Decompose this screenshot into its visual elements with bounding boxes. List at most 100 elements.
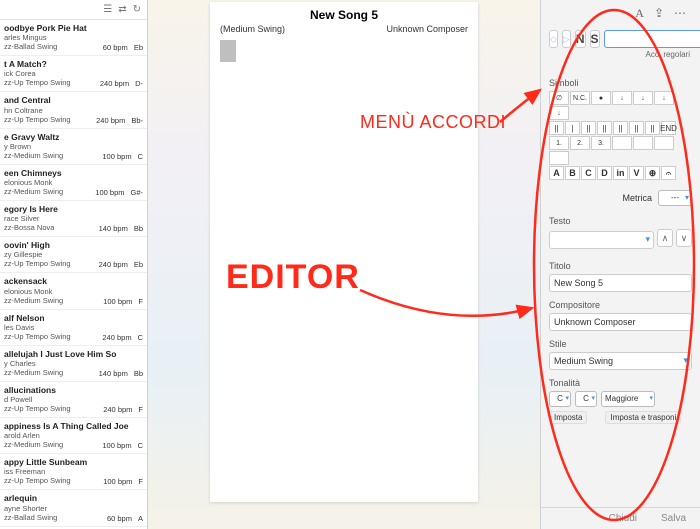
mode-select[interactable]: Maggiore (601, 391, 655, 407)
symbol-button[interactable]: ↓ (654, 91, 674, 105)
song-title: appiness Is A Thing Called Joe (4, 421, 143, 431)
chord-input[interactable] (604, 30, 700, 48)
symbol-button[interactable] (612, 136, 632, 150)
sidebar-toolbar: ☰ ⇄ ↻ (0, 0, 147, 20)
text-tool-icon[interactable]: A (635, 6, 644, 21)
symbol-button[interactable]: || (549, 121, 564, 135)
key-to-select[interactable]: C (575, 391, 597, 407)
symbol-row-4: ABCDinV⊕𝄐 (549, 166, 692, 180)
song-composer: arles Mingus (4, 33, 143, 42)
song-composer: y Charles (4, 359, 143, 368)
song-meta: 100 bpmF (103, 297, 143, 306)
symbol-button[interactable]: END (661, 121, 676, 135)
symbol-button[interactable]: 2. (570, 136, 590, 150)
song-list-item[interactable]: ackensackelonious Monkzz-Medium Swing100… (0, 273, 147, 309)
simboli-label: Simboli (549, 78, 692, 88)
symbol-button[interactable] (633, 136, 653, 150)
titolo-input[interactable]: New Song 5 (549, 274, 692, 292)
song-composer: elonious Monk (4, 178, 143, 187)
list-icon[interactable]: ☰ (103, 4, 112, 15)
key-from-select[interactable]: C (549, 391, 571, 407)
symbol-button[interactable]: 3. (591, 136, 611, 150)
symbol-row-2: |||||||||||||END (549, 121, 692, 135)
song-list-item[interactable]: appiness Is A Thing Called Joearold Arle… (0, 418, 147, 454)
symbol-button[interactable]: || (597, 121, 612, 135)
song-list-item[interactable]: alf Nelsonles Daviszz-Up Tempo Swing240 … (0, 310, 147, 346)
song-list-item[interactable]: allucinationsd Powellzz-Up Tempo Swing24… (0, 382, 147, 418)
song-list-item[interactable]: egory Is Hererace Silverzz-Bossa Nova140… (0, 201, 147, 237)
shuffle-icon[interactable]: ⇄ (118, 4, 126, 15)
editor-page[interactable]: New Song 5 (Medium Swing) Unknown Compos… (210, 2, 478, 502)
song-composer: y Brown (4, 142, 143, 151)
symbol-button[interactable]: V (629, 166, 644, 180)
symbol-button[interactable]: N.C. (570, 91, 590, 105)
testo-up-button[interactable]: ∧ (657, 229, 673, 247)
share-icon[interactable]: ⇪ (654, 6, 664, 21)
song-list-item[interactable]: e Gravy Waltzy Brownzz-Medium Swing100 b… (0, 129, 147, 165)
inspector-panel: A ⇪ ⋯ ◇ ▷ N S Acc. regolari Simboli ∅N.C… (540, 0, 700, 529)
song-title: een Chimneys (4, 168, 143, 178)
song-list-item[interactable]: een Chimneyselonious Monkzz-Medium Swing… (0, 165, 147, 201)
page-title: New Song 5 (220, 8, 468, 22)
symbol-button[interactable]: A (549, 166, 564, 180)
testo-select[interactable] (549, 231, 654, 249)
salva-button[interactable]: Salva (661, 513, 686, 524)
sharp-button[interactable]: S (590, 30, 600, 48)
symbol-button[interactable] (654, 136, 674, 150)
testo-down-button[interactable]: ∨ (676, 229, 692, 247)
symbol-button[interactable]: ● (591, 91, 611, 105)
song-list-item[interactable]: oovin' Highzy Gillespiezz-Up Tempo Swing… (0, 237, 147, 273)
symbol-button[interactable]: ↓ (612, 91, 632, 105)
compositore-input[interactable]: Unknown Composer (549, 313, 692, 331)
symbol-button[interactable]: 𝄐 (661, 166, 676, 180)
symbol-button[interactable]: B (565, 166, 580, 180)
symbol-button[interactable] (549, 151, 569, 165)
symbol-button[interactable]: || (613, 121, 628, 135)
stile-label: Stile (549, 339, 692, 349)
more-icon[interactable]: ⋯ (674, 6, 686, 21)
symbol-button[interactable]: ↓ (549, 106, 569, 120)
symbol-button[interactable]: | (565, 121, 580, 135)
symbol-button[interactable]: ⊕ (645, 166, 660, 180)
titolo-label: Titolo (549, 261, 692, 271)
symbol-button[interactable]: || (581, 121, 596, 135)
song-list-item[interactable]: allelujah I Just Love Him Soy Charleszz-… (0, 346, 147, 382)
symbol-button[interactable]: C (581, 166, 596, 180)
next-chord-button[interactable]: ▷ (562, 30, 571, 48)
song-title: ackensack (4, 276, 143, 286)
song-title: and Central (4, 95, 143, 105)
imposta-trasponi-button[interactable]: Imposta e trasponi (605, 411, 681, 424)
song-meta: 240 bpmF (103, 405, 143, 414)
symbol-button[interactable]: ↓ (633, 91, 653, 105)
repeat-icon[interactable]: ↻ (133, 4, 141, 15)
song-list-item[interactable]: t A Match?ick Coreazz-Up Tempo Swing240 … (0, 56, 147, 92)
song-meta: 100 bpmF (103, 477, 143, 486)
metrica-select[interactable]: --- (658, 190, 692, 206)
symbol-button[interactable]: || (629, 121, 644, 135)
song-composer: arold Arlen (4, 431, 143, 440)
song-composer: iss Freeman (4, 467, 143, 476)
symbol-button[interactable]: in (613, 166, 628, 180)
song-list-item[interactable]: and Centralhn Coltranezz-Up Tempo Swing2… (0, 92, 147, 128)
metrica-label: Metrica (622, 193, 652, 203)
song-composer: les Davis (4, 323, 143, 332)
song-list-item[interactable]: oodbye Pork Pie Hatarles Minguszz-Ballad… (0, 20, 147, 56)
natural-button[interactable]: N (575, 30, 586, 48)
chord-block-placeholder[interactable] (220, 40, 236, 62)
symbol-button[interactable]: || (645, 121, 660, 135)
song-title: arlequin (4, 493, 143, 503)
song-composer: elonious Monk (4, 287, 143, 296)
song-list-item[interactable]: appy Little Sunbeamiss Freemanzz-Up Temp… (0, 454, 147, 490)
symbol-button[interactable]: 1. (549, 136, 569, 150)
chiudi-button[interactable]: Chiudi (609, 513, 637, 524)
song-meta: 140 bpmBb (99, 224, 143, 233)
symbol-button[interactable]: D (597, 166, 612, 180)
compositore-value: Unknown Composer (554, 317, 636, 327)
song-list-item[interactable]: arlequinayne Shorterzz-Ballad Swing60 bp… (0, 490, 147, 526)
song-composer: ick Corea (4, 69, 143, 78)
song-title: allelujah I Just Love Him So (4, 349, 143, 359)
imposta-button[interactable]: Imposta (549, 411, 587, 424)
prev-chord-button[interactable]: ◇ (549, 30, 558, 48)
symbol-button[interactable]: ∅ (549, 91, 569, 105)
stile-select[interactable]: Medium Swing (549, 352, 692, 370)
